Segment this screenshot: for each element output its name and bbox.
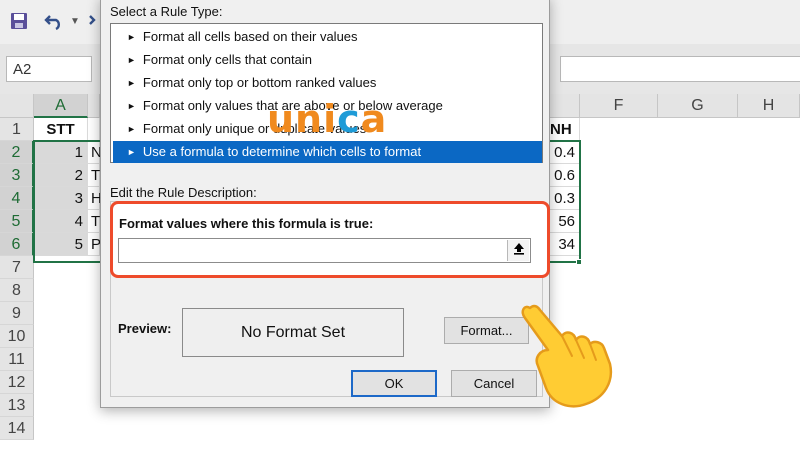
column-header-a[interactable]: A — [34, 94, 88, 118]
rule-type-item[interactable]: ► Format only cells that contain — [113, 49, 542, 71]
bullet-arrow-icon: ► — [127, 101, 136, 111]
format-button[interactable]: Format... — [444, 317, 529, 344]
cell-b1[interactable] — [88, 118, 100, 141]
column-header-g[interactable]: G — [658, 94, 738, 118]
row-header-4[interactable]: 4 — [0, 187, 34, 210]
row-header-1[interactable]: 1 — [0, 118, 34, 141]
fill-handle[interactable] — [576, 259, 582, 265]
bullet-arrow-icon: ► — [127, 78, 136, 88]
bullet-arrow-icon: ► — [127, 124, 136, 134]
rule-type-item[interactable]: ► Format all cells based on their values — [113, 26, 542, 48]
cell-b6[interactable]: P — [88, 233, 101, 256]
undo-dropdown-icon[interactable]: ▼ — [70, 16, 80, 27]
row-header-9[interactable]: 9 — [0, 302, 34, 325]
select-all-corner[interactable] — [0, 94, 34, 118]
rule-type-item-label: Format all cells based on their values — [142, 29, 358, 44]
cell-b4[interactable]: H — [88, 187, 102, 210]
pointing-hand-icon — [520, 300, 620, 417]
bullet-arrow-icon: ► — [127, 55, 136, 65]
column-header-b[interactable] — [88, 94, 100, 118]
row-header-7[interactable]: 7 — [0, 256, 34, 279]
cell-e1[interactable]: NH — [550, 118, 580, 141]
formula-bar[interactable] — [560, 56, 800, 82]
row-header-13[interactable]: 13 — [0, 394, 34, 417]
row-header-6[interactable]: 6 — [0, 233, 34, 256]
row-header-3[interactable]: 3 — [0, 164, 34, 187]
rule-type-label: Select a Rule Type: — [110, 4, 223, 19]
collapse-dialog-button[interactable] — [507, 240, 529, 261]
rule-type-item[interactable]: ► Format only top or bottom ranked values — [113, 72, 542, 94]
cell-e2[interactable]: 0.4 — [550, 141, 580, 164]
row-header-11[interactable]: 11 — [0, 348, 34, 371]
cell-a3[interactable]: 2 — [34, 164, 88, 187]
row-header-2[interactable]: 2 — [0, 141, 34, 164]
rule-type-item-selected[interactable]: ► Use a formula to determine which cells … — [113, 141, 542, 163]
cell-a4[interactable]: 3 — [34, 187, 88, 210]
row-header-12[interactable]: 12 — [0, 371, 34, 394]
rule-type-item-label: Format only cells that contain — [142, 52, 312, 67]
cell-b5[interactable]: T — [88, 210, 100, 233]
row-header-8[interactable]: 8 — [0, 279, 34, 302]
column-header-f[interactable]: F — [580, 94, 658, 118]
unica-logo: unica — [267, 97, 387, 141]
ok-button[interactable]: OK — [351, 370, 437, 397]
new-formatting-rule-dialog: Select a Rule Type: ► Format all cells ba… — [100, 0, 550, 408]
rule-type-item-label: Use a formula to determine which cells t… — [142, 144, 422, 159]
undo-icon[interactable] — [44, 12, 64, 35]
cell-a5[interactable]: 4 — [34, 210, 88, 233]
cell-a6[interactable]: 5 — [34, 233, 88, 256]
column-header-h[interactable]: H — [738, 94, 800, 118]
upload-arrow-icon — [513, 242, 525, 258]
cell-b2[interactable]: N — [88, 141, 102, 164]
column-header-e[interactable] — [550, 94, 580, 118]
cell-b3[interactable]: T — [88, 164, 100, 187]
rule-type-label-text: Select a Rule Type: — [110, 4, 223, 19]
name-box[interactable]: A2 — [6, 56, 92, 82]
redo-icon[interactable] — [86, 12, 100, 35]
description-label: Edit the Rule Description: — [110, 185, 257, 200]
rule-type-item-label: Format only top or bottom ranked values — [142, 75, 377, 90]
preview-label: Preview: — [118, 321, 172, 336]
logo-text-2: c — [337, 97, 361, 141]
logo-text-1: uni — [267, 97, 338, 141]
cell-e5[interactable]: 56 — [550, 210, 580, 233]
preview-box: No Format Set — [182, 308, 404, 357]
bullet-arrow-icon: ► — [127, 147, 136, 157]
cell-a2[interactable]: 1 — [34, 141, 88, 164]
cell-a1[interactable]: STT — [34, 118, 88, 141]
row-header-10[interactable]: 10 — [0, 325, 34, 348]
formula-section-highlight: Format values where this formula is true… — [110, 201, 550, 278]
cell-e3[interactable]: 0.6 — [550, 164, 580, 187]
formula-input[interactable] — [118, 238, 531, 263]
save-icon[interactable] — [10, 12, 28, 35]
row-header-14[interactable]: 14 — [0, 417, 34, 440]
logo-text-3: a — [360, 97, 388, 141]
formula-label: Format values where this formula is true… — [119, 216, 374, 231]
rule-type-list[interactable]: ► Format all cells based on their values … — [110, 23, 543, 163]
cell-e4[interactable]: 0.3 — [550, 187, 580, 210]
cell-e6[interactable]: 34 — [550, 233, 580, 256]
row-header-5[interactable]: 5 — [0, 210, 34, 233]
bullet-arrow-icon: ► — [127, 32, 136, 42]
